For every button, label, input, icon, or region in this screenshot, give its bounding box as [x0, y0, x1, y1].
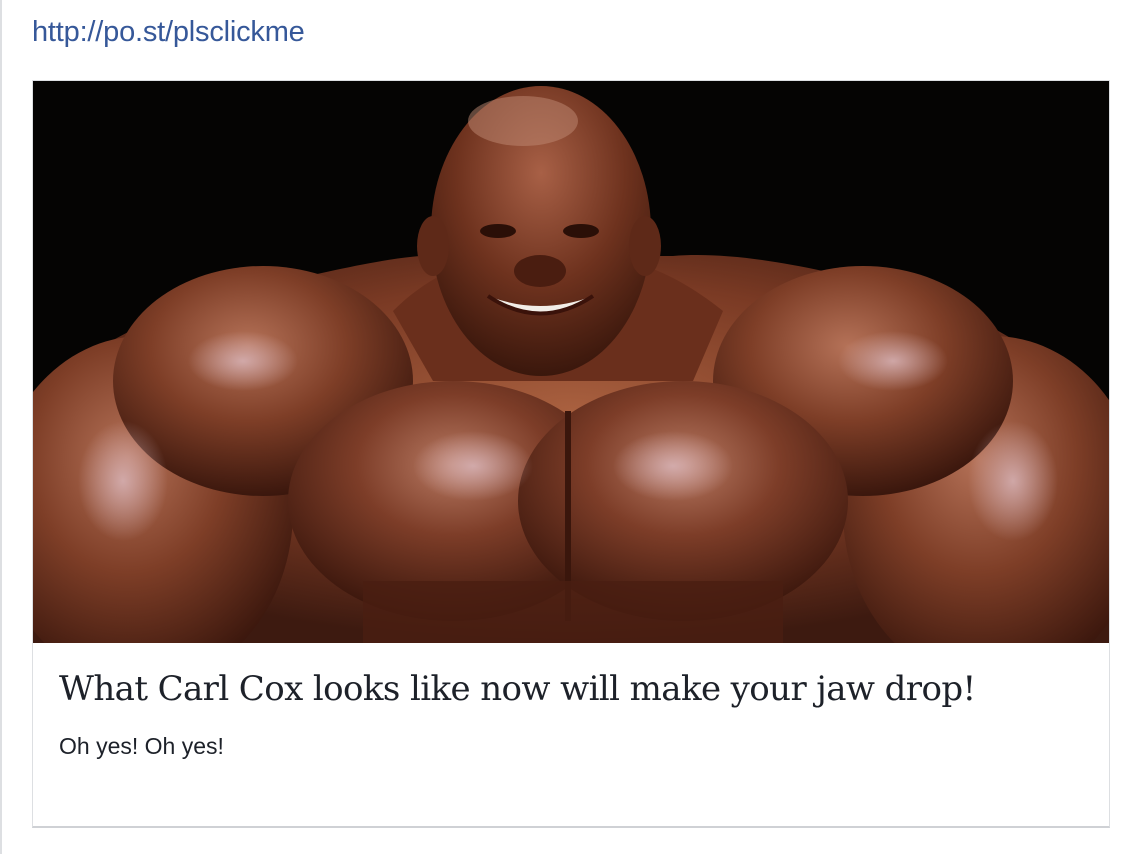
link-preview-description: Oh yes! Oh yes! — [59, 733, 224, 759]
link-post: http://po.st/plsclickme What Carl Cox lo… — [0, 0, 1140, 854]
bodybuilder-photo — [33, 81, 1109, 643]
post-left-border — [0, 0, 2, 854]
link-preview-title[interactable]: What Carl Cox looks like now will make y… — [59, 669, 976, 709]
link-preview-image[interactable] — [33, 81, 1109, 643]
link-preview-card[interactable]: What Carl Cox looks like now will make y… — [32, 80, 1110, 828]
post-link[interactable]: http://po.st/plsclickme — [32, 16, 305, 49]
